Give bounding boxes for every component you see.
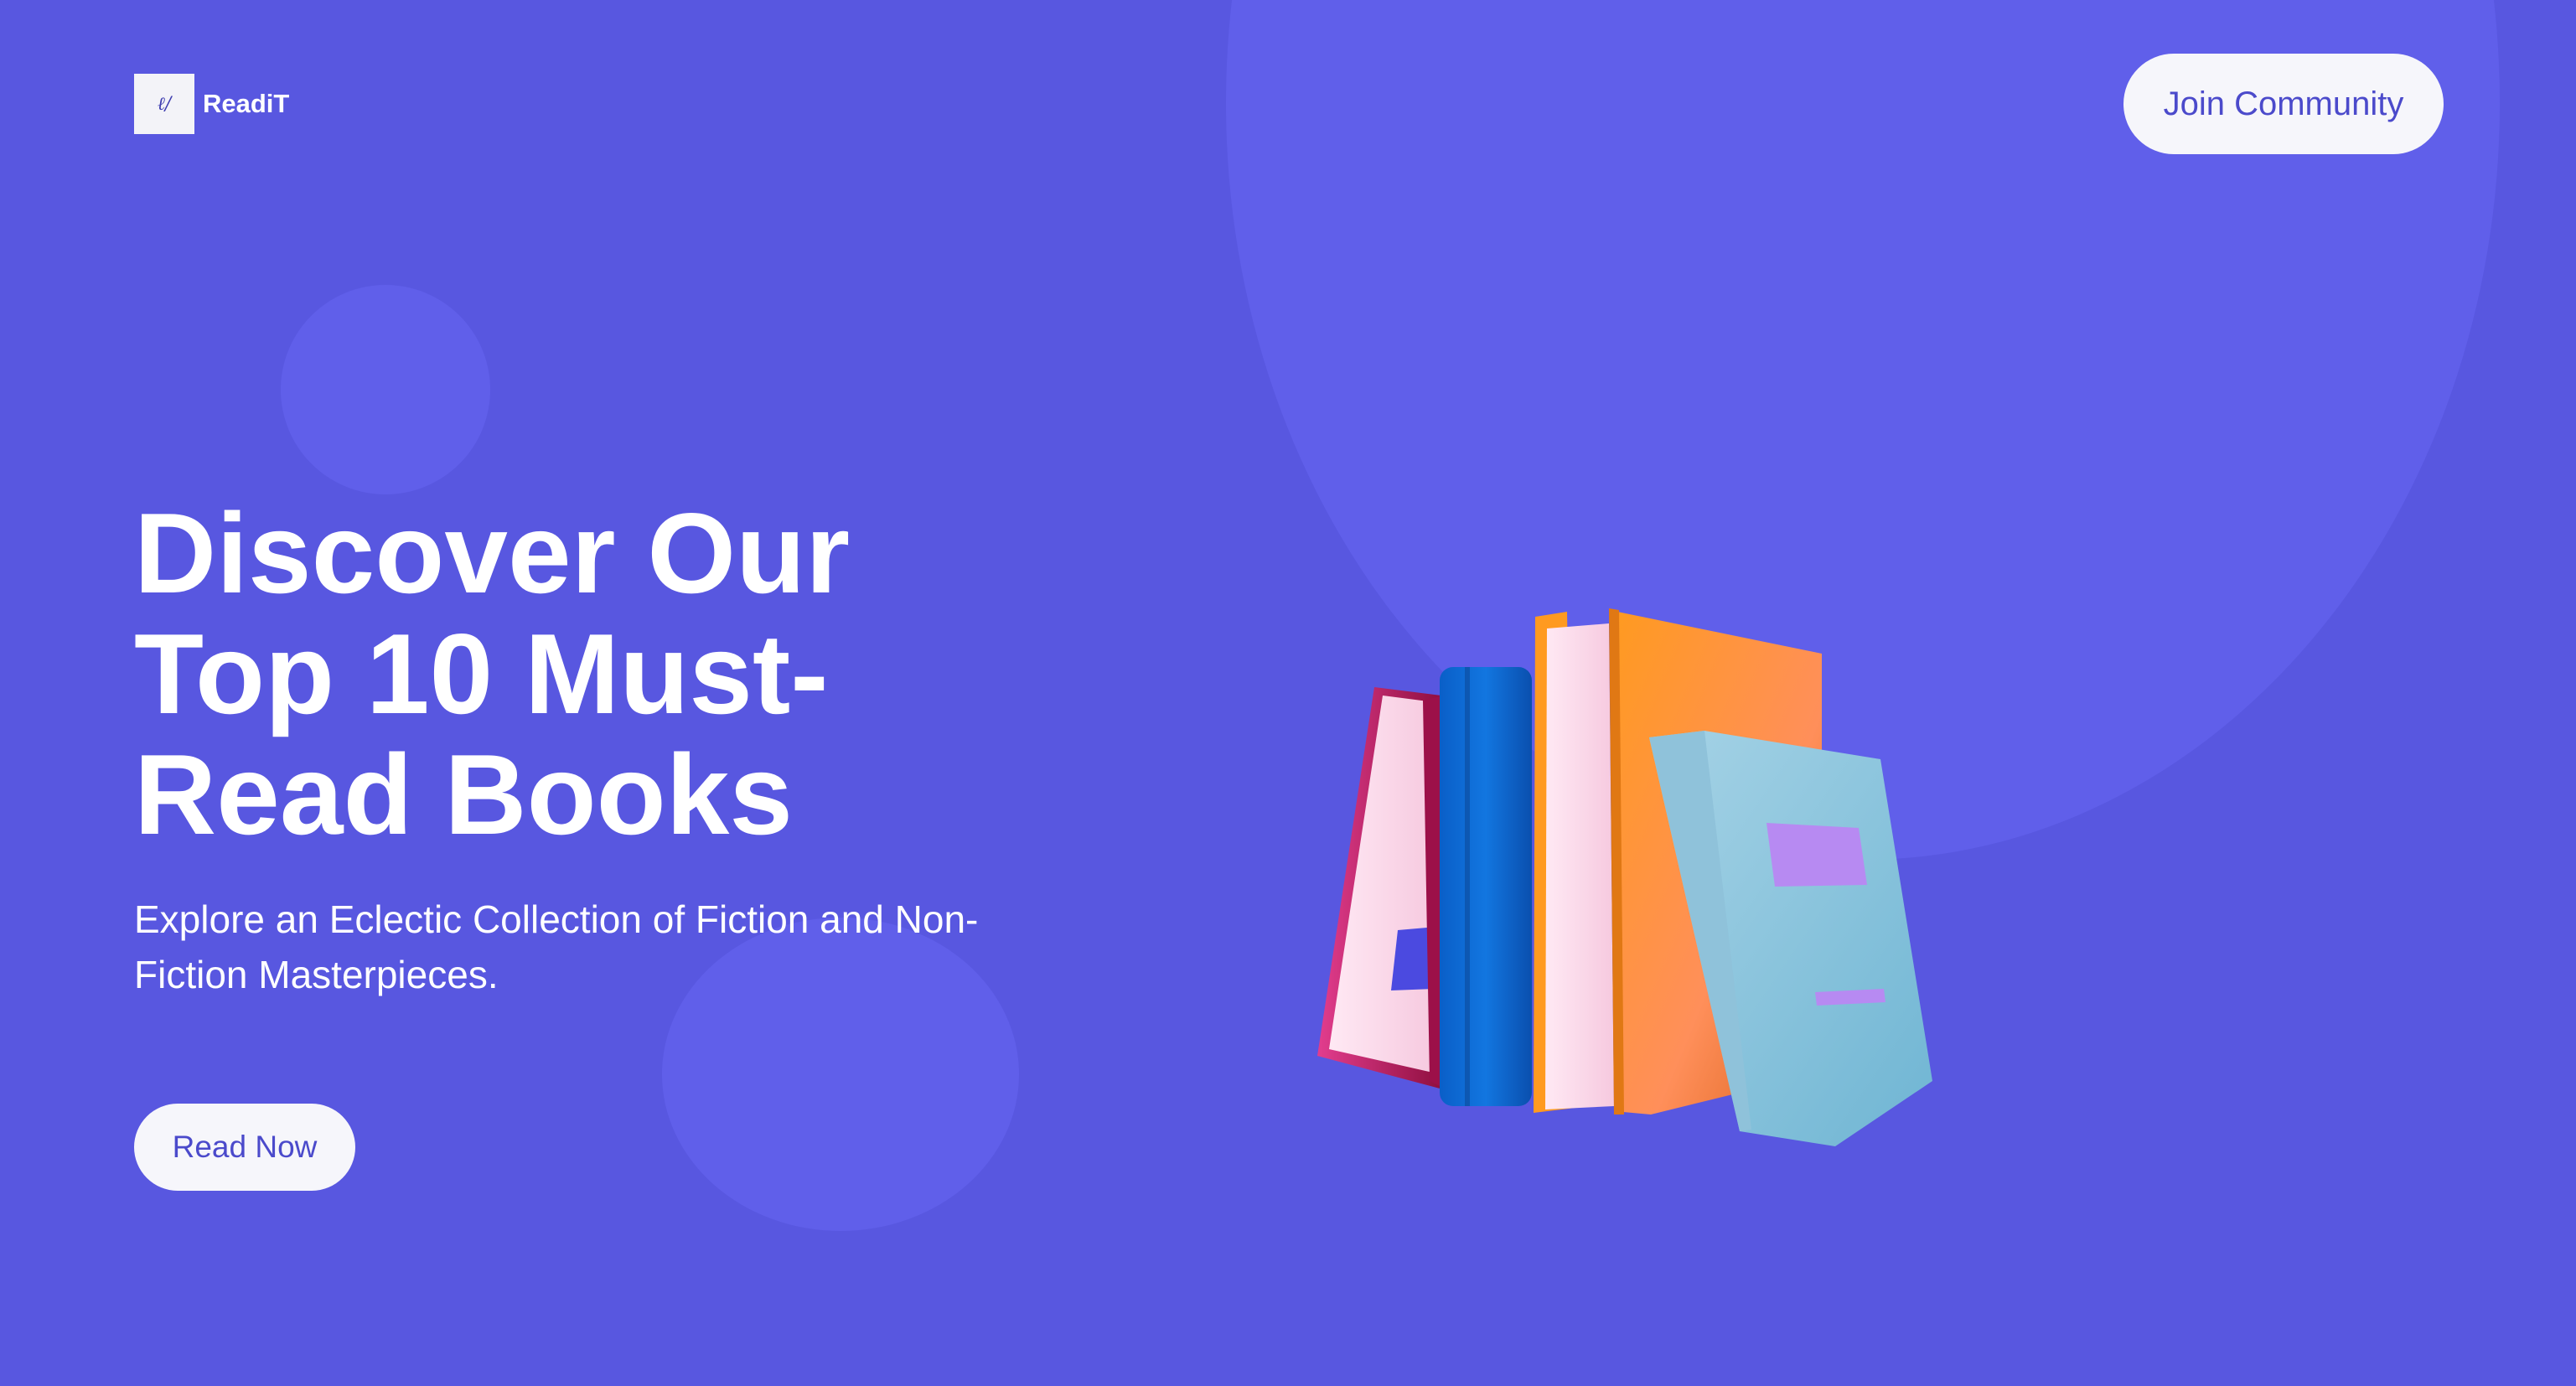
brand-logo-link[interactable]: ℓ/ ReadiT [134, 74, 289, 134]
decorative-circle-small [281, 285, 490, 494]
pink-book [1317, 687, 1446, 1089]
logo-icon: ℓ/ [134, 74, 194, 134]
hero-title: Discover Our Top 10 Must-Read Books [134, 489, 851, 858]
logo-glyph: ℓ/ [157, 94, 172, 115]
brand-name: ReadiT [203, 89, 290, 118]
books-illustration [1317, 608, 1932, 1146]
read-now-button[interactable]: Read Now [134, 1104, 355, 1191]
blue-book [1440, 667, 1532, 1106]
hero-subtitle: Explore an Eclectic Collection of Fictio… [134, 897, 979, 996]
join-community-button[interactable]: Join Community [2123, 54, 2444, 154]
